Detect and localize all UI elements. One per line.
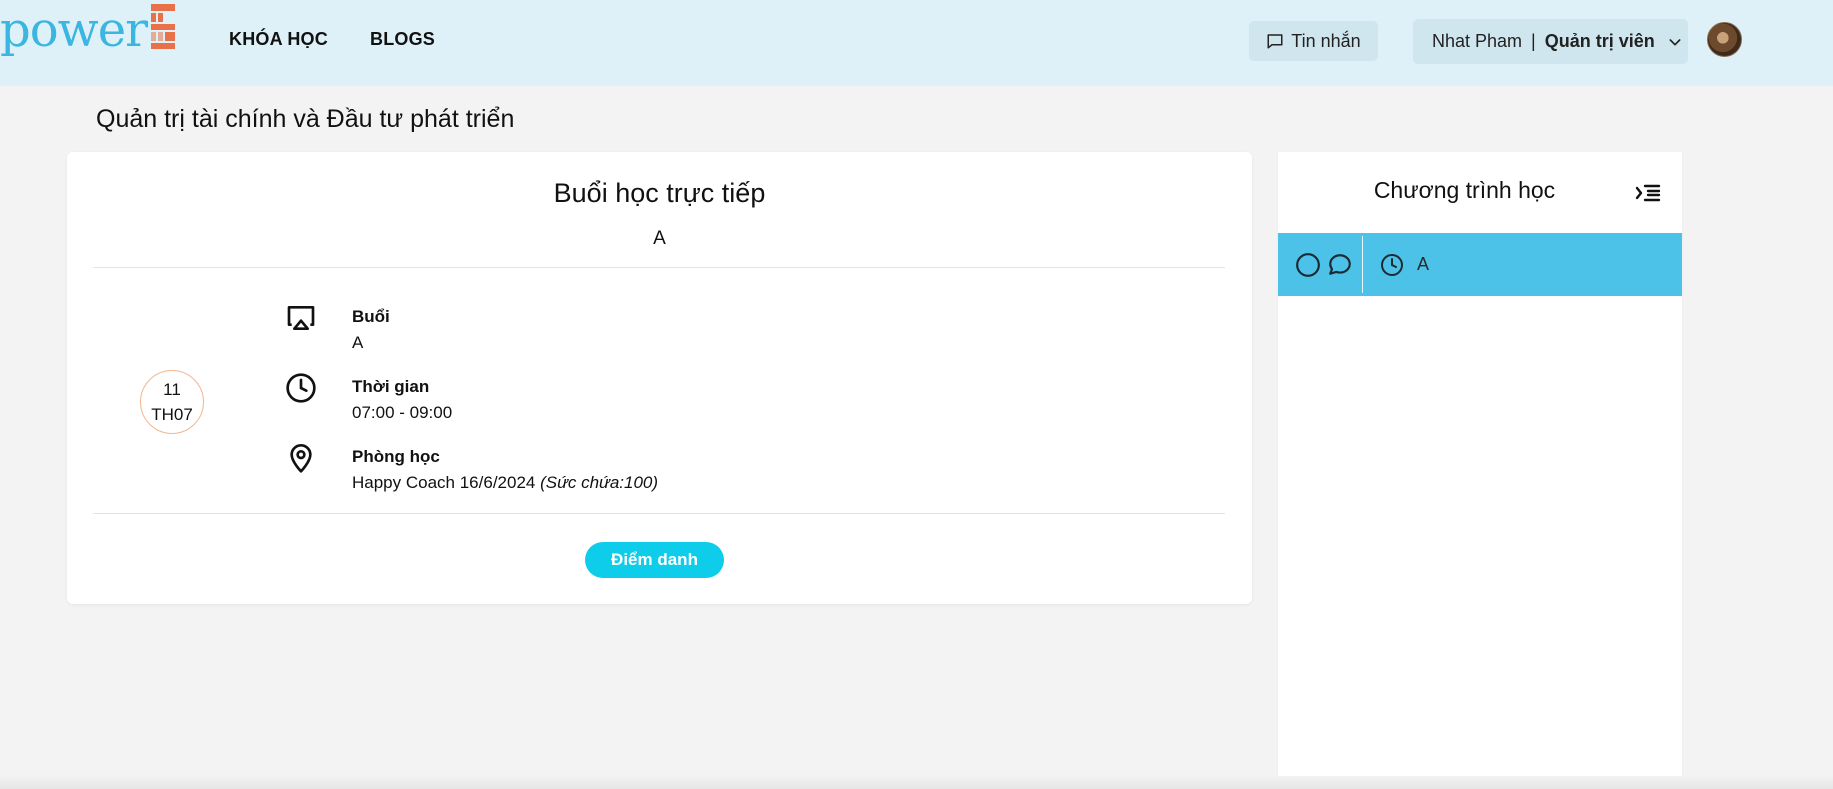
divider-bottom <box>93 513 1225 514</box>
airplay-icon <box>287 306 315 330</box>
date-month: TH07 <box>151 405 193 424</box>
bottom-edge <box>0 776 1833 789</box>
messages-label: Tin nhắn <box>1291 30 1361 51</box>
nav-khoa-hoc[interactable]: KHÓA HỌC <box>229 29 328 50</box>
date-day: 11 <box>163 380 181 399</box>
divider-top <box>93 267 1225 268</box>
logo-five-mark <box>151 4 176 49</box>
session-card <box>67 152 1252 604</box>
room-name: Happy Coach 16/6/2024 <box>352 473 536 492</box>
comment-icon[interactable] <box>1327 252 1353 278</box>
chevron-down-icon <box>1667 34 1683 50</box>
time-label: Thời gian <box>352 377 430 396</box>
nav-blogs[interactable]: BLOGS <box>370 29 435 50</box>
map-pin-icon <box>290 444 312 473</box>
menu-collapse-icon[interactable] <box>1635 181 1661 205</box>
logo-wordmark: power <box>0 2 148 58</box>
room-value-line: Happy Coach 16/6/2024 (Sức chứa:100) <box>352 473 658 493</box>
messages-button[interactable]: Tin nhắn <box>1249 21 1378 61</box>
session-subtitle: A <box>653 228 666 249</box>
chat-icon <box>1267 34 1283 49</box>
time-value: 07:00 - 09:00 <box>352 403 453 422</box>
user-role: Quản trị viên <box>1544 31 1655 51</box>
avatar[interactable] <box>1707 22 1742 57</box>
curriculum-title: Chương trình học <box>1373 177 1556 203</box>
session-label: Buổi <box>352 307 390 326</box>
top-header: power KHÓA HỌC BLOGS Tin nhắn Nhat Pham … <box>0 0 1833 86</box>
session-heading: Buổi học trực tiếp <box>553 178 766 208</box>
attendance-button[interactable]: Điểm danh <box>585 542 724 578</box>
date-badge: 11 TH07 <box>140 370 204 434</box>
user-separator: | <box>1531 31 1536 51</box>
room-capacity: (Sức chứa:100) <box>540 473 659 492</box>
circle-status-icon[interactable] <box>1295 252 1321 278</box>
room-label: Phòng học <box>352 447 440 466</box>
curriculum-item-label: A <box>1417 254 1430 274</box>
session-value: A <box>352 333 364 352</box>
user-menu[interactable]: Nhat Pham | Quản trị viên <box>1413 19 1688 64</box>
clock-icon <box>1381 254 1403 276</box>
power5-logo[interactable]: power <box>0 4 177 56</box>
clock-icon <box>286 373 316 403</box>
row-divider <box>1362 236 1363 293</box>
user-name: Nhat Pham <box>1432 31 1523 51</box>
page-title: Quản trị tài chính và Đầu tư phát triển <box>96 105 515 133</box>
